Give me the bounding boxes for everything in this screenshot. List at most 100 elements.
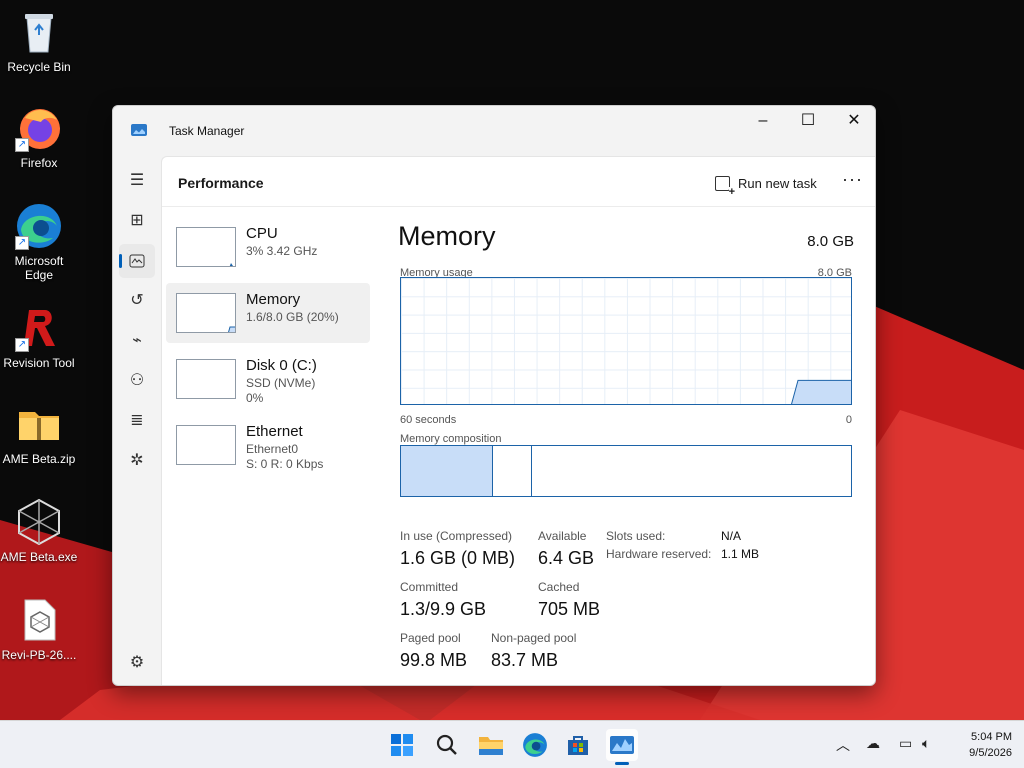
desktop-icon-ame-zip[interactable]: AME Beta.zip: [0, 400, 78, 466]
zip-folder-icon: [15, 400, 63, 448]
memory-detail-panel: Memory 8.0 GB Memory usage 8.0 GB 60 sec…: [398, 221, 854, 681]
shortcut-arrow-icon: ↗: [15, 338, 29, 352]
desktop-icon-label: Recycle Bin: [7, 60, 71, 74]
more-options-button[interactable]: ···: [842, 169, 863, 190]
start-button-icon[interactable]: [386, 729, 418, 761]
device-name: CPU: [246, 225, 278, 242]
available-label: Available: [538, 529, 587, 543]
desktop-icon-revi-pb[interactable]: Revi-PB-26....: [0, 596, 78, 662]
processes-nav-icon[interactable]: ⊞: [119, 204, 155, 238]
search-icon[interactable]: [431, 729, 463, 761]
device-item-cpu[interactable]: CPU 3% 3.42 GHz: [166, 217, 370, 277]
close-button[interactable]: ✕: [831, 106, 875, 136]
users-nav-icon[interactable]: ⚇: [119, 364, 155, 398]
shortcut-arrow-icon: ↗: [15, 138, 29, 152]
graph-axis-right: 0: [845, 414, 852, 426]
hamburger-menu-icon[interactable]: ☰: [119, 164, 155, 198]
task-manager-taskbar-icon[interactable]: [606, 729, 638, 765]
non-paged-pool-label: Non-paged pool: [491, 631, 577, 645]
performance-nav-icon[interactable]: [119, 244, 155, 278]
cpu-thumbnail-graph: [176, 227, 236, 267]
title-bar[interactable]: Task Manager – ☐ ✕: [113, 106, 875, 156]
device-name: Disk 0 (C:): [246, 357, 317, 374]
volume-icon[interactable]: 🔈︎: [922, 735, 930, 752]
composition-modified: [493, 446, 532, 496]
desktop-icon-label: Microsoft Edge: [14, 254, 64, 282]
network-icon[interactable]: ▭: [899, 735, 912, 752]
edge-taskbar-icon[interactable]: [519, 729, 551, 761]
paged-pool-value: 99.8 MB: [400, 650, 468, 670]
nav-rail: ☰ ⊞ ↺ ⌁ ⚇ ≣ ✲ ⚙: [113, 156, 161, 685]
edge-icon: ↗: [15, 202, 63, 250]
device-name: Ethernet: [246, 423, 303, 440]
app-history-nav-icon[interactable]: ↺: [119, 284, 155, 318]
performance-page: Performance Run new task ··· CPU 3% 3.42…: [161, 156, 875, 685]
hardware-reserved-label: Hardware reserved:: [606, 547, 712, 561]
device-detail: SSD (NVMe): [246, 376, 316, 390]
desktop-icon-label: Revision Tool: [3, 356, 75, 370]
desktop-icon-ame-exe[interactable]: AME Beta.exe: [0, 498, 78, 564]
startup-apps-nav-icon[interactable]: ⌁: [119, 324, 155, 358]
task-manager-icon: [131, 124, 147, 136]
show-hidden-icons-chevron-icon[interactable]: ︿: [836, 735, 850, 755]
memory-thumbnail-graph: [176, 293, 236, 333]
memory-title: Memory: [398, 221, 496, 251]
desktop-icon-label: Revi-PB-26....: [1, 648, 77, 662]
memory-usage-area: [791, 379, 851, 404]
page-header: Performance Run new task ···: [162, 157, 875, 207]
committed-value: 1.3/9.9 GB: [400, 599, 487, 619]
cached-value: 705 MB: [538, 599, 601, 619]
memory-composition-bar: [400, 445, 852, 497]
memory-usage-graph: [400, 277, 852, 405]
device-item-ethernet[interactable]: Ethernet Ethernet0 S: 0 R: 0 Kbps: [166, 415, 370, 475]
device-detail: 3% 3.42 GHz: [246, 244, 318, 258]
system-clock[interactable]: 5:04 PM 9/5/2026: [948, 729, 1012, 761]
in-use-label: In use (Compressed): [400, 529, 513, 543]
device-detail: Ethernet0: [246, 442, 299, 456]
desktop-icon-label: AME Beta.exe: [0, 550, 78, 564]
run-new-task-label: Run new task: [738, 175, 817, 191]
details-nav-icon[interactable]: ≣: [119, 404, 155, 438]
cached-label: Cached: [538, 580, 580, 594]
taskbar: ︿ ☁ ▭ 🔈︎ 5:04 PM 9/5/2026: [0, 720, 1024, 768]
file-icon: [15, 596, 63, 644]
device-item-memory[interactable]: Memory 1.6/8.0 GB (20%): [166, 283, 370, 343]
available-value: 6.4 GB: [538, 548, 595, 568]
firefox-icon: ↗: [15, 104, 63, 152]
run-task-icon: [715, 175, 735, 197]
task-manager-window: Task Manager – ☐ ✕ ☰ ⊞ ↺ ⌁ ⚇ ≣ ✲ ⚙ Perfo…: [112, 105, 876, 686]
composition-in-use: [401, 446, 493, 496]
device-detail: S: 0 R: 0 Kbps: [246, 457, 324, 471]
device-detail: 0%: [246, 391, 264, 405]
graph-axis-left: 60 seconds: [400, 414, 457, 426]
store-icon[interactable]: [562, 729, 594, 761]
services-nav-icon[interactable]: ✲: [119, 444, 155, 478]
shortcut-arrow-icon: ↗: [15, 236, 29, 250]
clock-date: 9/5/2026: [969, 747, 1012, 759]
ethernet-thumbnail-graph: [176, 425, 236, 465]
maximize-button[interactable]: ☐: [785, 106, 831, 136]
desktop-icon-revision-tool[interactable]: ↗ Revision Tool: [0, 304, 78, 370]
settings-gear-icon[interactable]: ⚙: [119, 646, 155, 680]
paged-pool-label: Paged pool: [400, 631, 461, 645]
desktop-icon-firefox[interactable]: ↗ Firefox: [0, 104, 78, 170]
committed-label: Committed: [400, 580, 459, 594]
non-paged-pool-value: 83.7 MB: [491, 650, 559, 670]
device-item-disk[interactable]: Disk 0 (C:) SSD (NVMe) 0%: [166, 349, 370, 409]
onedrive-offline-icon[interactable]: ☁: [866, 735, 880, 752]
device-name: Memory: [246, 291, 301, 308]
file-explorer-icon[interactable]: [475, 729, 507, 761]
hardware-reserved-value: 1.1 MB: [721, 547, 760, 561]
device-list: CPU 3% 3.42 GHz Memory 1.6/8.0 GB (20%) …: [166, 217, 370, 481]
slots-used-value: N/A: [721, 529, 742, 543]
desktop-icon-recycle-bin[interactable]: Recycle Bin: [0, 8, 78, 74]
window-title: Task Manager: [169, 124, 245, 138]
memory-composition-label: Memory composition: [400, 433, 502, 445]
minimize-button[interactable]: –: [740, 106, 786, 136]
run-new-task-button[interactable]: Run new task: [715, 173, 817, 197]
clock-time: 5:04 PM: [971, 731, 1012, 743]
desktop-icon-edge[interactable]: ↗ Microsoft Edge: [0, 202, 78, 282]
device-detail: 1.6/8.0 GB (20%): [246, 310, 339, 324]
in-use-value: 1.6 GB (0 MB): [400, 548, 516, 568]
desktop-icon-label: AME Beta.zip: [2, 452, 76, 466]
